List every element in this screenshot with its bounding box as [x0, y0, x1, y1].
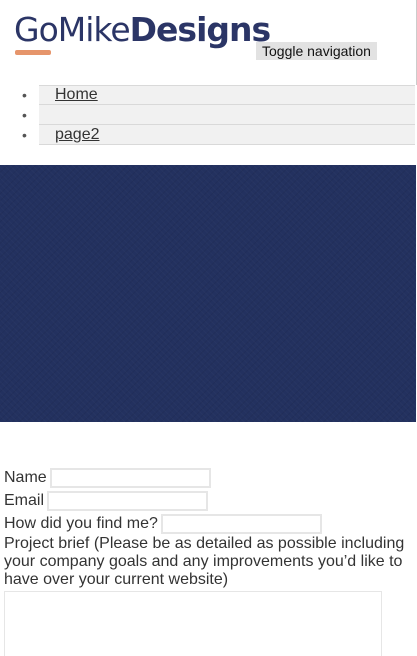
find-input[interactable] — [160, 514, 322, 534]
logo-go: Go — [14, 10, 59, 49]
contact-form: Name Email How did you find me? Project … — [4, 466, 414, 656]
logo-designs: Designs — [129, 10, 271, 49]
main-nav: • Home • • page2 — [0, 85, 417, 145]
nav-link-page2[interactable]: page2 — [55, 125, 100, 145]
logo-wordmark: GoMikeDesigns — [14, 10, 271, 49]
project-brief-label: Project brief (Please be as detailed as … — [4, 535, 405, 588]
bullet-icon: • — [22, 107, 27, 123]
bullet-icon: • — [22, 87, 27, 103]
bullet-icon: • — [22, 127, 27, 143]
nav-item-background — [39, 105, 415, 125]
nav-link-home[interactable]: Home — [55, 85, 98, 105]
name-label: Name — [4, 469, 47, 486]
logo-underline — [15, 50, 51, 55]
hero-banner — [0, 165, 416, 422]
nav-item-empty: • — [0, 105, 417, 125]
find-label: How did you find me? — [4, 515, 158, 532]
project-brief-textarea[interactable] — [4, 591, 382, 656]
find-row: How did you find me? — [4, 512, 414, 535]
nav-item-page2: • page2 — [0, 125, 417, 145]
toggle-navigation-button[interactable]: Toggle navigation — [256, 42, 377, 60]
name-input[interactable] — [49, 468, 211, 488]
nav-item-home: • Home — [0, 85, 417, 105]
site-header: GoMikeDesigns Toggle navigation — [0, 0, 417, 85]
logo-mike: Mike — [57, 10, 131, 49]
email-row: Email — [4, 489, 414, 512]
site-logo[interactable]: GoMikeDesigns — [14, 10, 271, 58]
email-input[interactable] — [47, 491, 209, 511]
email-label: Email — [4, 492, 45, 509]
name-row: Name — [4, 466, 414, 489]
